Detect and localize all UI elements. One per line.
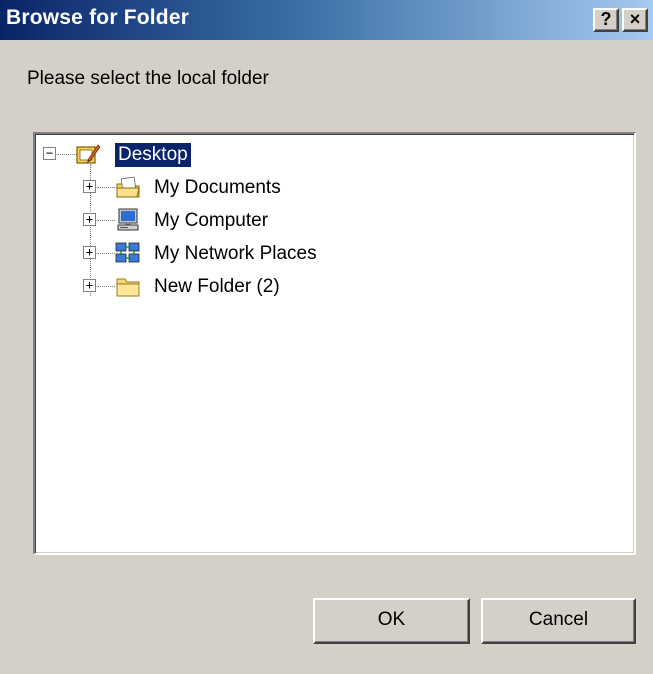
instruction-text: Please select the local folder [27,68,269,89]
my-computer-icon [117,208,139,231]
close-button[interactable]: × [622,8,648,32]
tree-node-label: My Computer [154,210,269,231]
expand-toggle[interactable]: + [83,246,96,259]
cancel-button[interactable]: Cancel [481,598,636,644]
expand-toggle[interactable]: + [83,279,96,292]
tree-node-label: My Documents [154,177,281,198]
tree-node-new-folder-2[interactable]: + New Folder (2) [35,272,355,302]
tree-node-label: Desktop [114,142,192,168]
tree-node-desktop[interactable]: − Desktop [35,140,335,170]
tree-node-my-network-places[interactable]: + My Network Places [35,239,375,269]
tree-node-my-documents[interactable]: + My Documents [35,173,355,203]
expand-toggle[interactable]: + [83,213,96,226]
tree-node-label: My Network Places [154,243,317,264]
my-documents-icon [116,176,140,198]
desktop-icon [76,144,101,164]
title-bar[interactable]: Browse for Folder ? × [0,0,653,40]
folder-tree[interactable]: − Desktop + My Documents + My Computer +… [33,132,636,555]
ok-button[interactable]: OK [313,598,470,644]
help-button[interactable]: ? [593,8,619,32]
browse-for-folder-dialog: Browse for Folder ? × Please select the … [0,0,653,674]
window-title: Browse for Folder [6,6,190,29]
tree-node-my-computer[interactable]: + My Computer [35,206,355,236]
collapse-toggle[interactable]: − [43,147,56,160]
network-places-icon [115,242,140,263]
tree-node-label: New Folder (2) [154,276,280,297]
expand-toggle[interactable]: + [83,180,96,193]
folder-icon [116,278,140,297]
